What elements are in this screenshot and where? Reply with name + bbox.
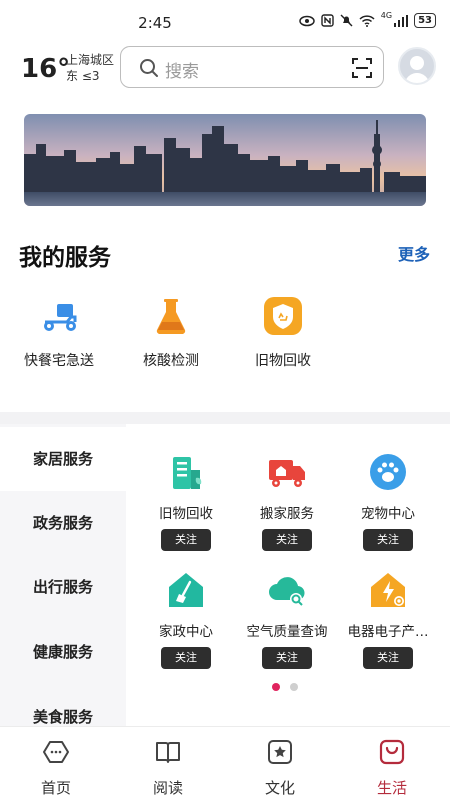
weather-wind: 东 ≤3 (66, 69, 100, 83)
skyline-image (24, 114, 426, 206)
bag-icon (379, 739, 405, 765)
top-header: 16° 上海城区 东 ≤3 搜索 (0, 40, 450, 100)
service-label: 旧物回收 (255, 353, 311, 369)
building-leaf-icon (173, 457, 202, 489)
grid-item[interactable]: 搬家服务 关注 (233, 452, 341, 551)
follow-button[interactable]: 关注 (262, 647, 312, 669)
status-icons: 4G 53 (299, 11, 436, 28)
mute-bell-icon (340, 14, 353, 27)
service-label: 核酸检测 (143, 353, 199, 369)
weather-location[interactable]: 上海城区 东 ≤3 (66, 52, 114, 84)
moving-truck-icon (269, 460, 305, 487)
search-placeholder: 搜索 (165, 62, 199, 82)
my-services-title: 我的服务 (19, 245, 111, 271)
network-type: 4G (380, 11, 393, 20)
service-item[interactable]: 核酸检测 (116, 296, 226, 370)
grid-item[interactable]: 宠物中心 关注 (334, 452, 442, 551)
grid-label: 搬家服务 (260, 506, 314, 522)
wifi-icon (359, 14, 375, 27)
user-icon (404, 56, 430, 83)
tab-label: 阅读 (152, 779, 183, 797)
more-link[interactable]: 更多 (398, 241, 430, 265)
signal-icon (394, 14, 409, 27)
house-broom-icon (169, 573, 203, 607)
category-item-travel[interactable]: 出行服务 (0, 555, 126, 619)
paw-icon (370, 454, 406, 490)
section-divider (0, 412, 450, 424)
search-icon (140, 59, 158, 77)
status-time: 2:45 (138, 14, 172, 32)
bottom-tab-bar: 首页 阅读 文化 生活 (0, 726, 450, 800)
scooter-icon (44, 304, 77, 331)
search-bar[interactable]: 搜索 (120, 46, 384, 88)
tab-label: 首页 (40, 779, 71, 797)
follow-button[interactable]: 关注 (161, 529, 211, 551)
avatar[interactable] (398, 47, 436, 85)
page-indicator (272, 683, 298, 691)
status-bar: 2:45 4G 53 (0, 0, 450, 40)
grid-label: 电器电子产… (347, 624, 429, 640)
page-dot[interactable] (290, 683, 298, 691)
grid-label: 空气质量查询 (246, 624, 328, 640)
category-item-government[interactable]: 政务服务 (0, 491, 126, 555)
follow-button[interactable]: 关注 (161, 647, 211, 669)
grid-item[interactable]: 家政中心 关注 (132, 570, 240, 669)
page-dot-active[interactable] (272, 683, 280, 691)
follow-button[interactable]: 关注 (363, 529, 413, 551)
city-skyline-banner[interactable] (24, 114, 426, 206)
follow-button[interactable]: 关注 (262, 529, 312, 551)
grid-label: 家政中心 (159, 624, 213, 640)
star-frame-icon (268, 740, 292, 764)
nfc-icon (321, 14, 334, 27)
eye-icon (299, 15, 315, 26)
service-item[interactable]: 旧物回收 (228, 296, 338, 370)
grid-item[interactable]: 电器电子产… 关注 (334, 570, 442, 669)
flask-icon (156, 299, 186, 335)
grid-item[interactable]: 空气质量查询 关注 (233, 570, 341, 669)
house-bolt-icon (371, 573, 405, 607)
grid-item[interactable]: 旧物回收 关注 (132, 452, 240, 551)
home-icon (43, 741, 69, 763)
tab-label: 文化 (264, 779, 295, 797)
recycle-badge-icon (264, 297, 302, 335)
tab-home[interactable]: 首页 (26, 739, 86, 798)
scan-icon[interactable] (351, 57, 373, 79)
weather-temperature[interactable]: 16° (21, 54, 70, 84)
service-item[interactable]: 快餐宅急送 (4, 296, 114, 370)
grid-label: 宠物中心 (361, 506, 415, 522)
service-grid: 旧物回收 关注 搬家服务 关注 宠物中心 关注 家政中心 关注 空气质量查询 关… (126, 424, 450, 726)
grid-label: 旧物回收 (159, 506, 213, 522)
category-item-health[interactable]: 健康服务 (0, 620, 126, 684)
tab-label: 生活 (376, 779, 407, 797)
category-sidebar: 家居服务 政务服务 出行服务 健康服务 美食服务 (0, 424, 126, 726)
service-label: 快餐宅急送 (24, 353, 94, 369)
tab-read[interactable]: 阅读 (138, 739, 198, 798)
tab-culture[interactable]: 文化 (250, 739, 310, 798)
book-icon (156, 742, 180, 763)
weather-city: 上海城区 (66, 53, 115, 67)
tab-life[interactable]: 生活 (362, 739, 422, 798)
cloud-search-icon (269, 577, 305, 606)
follow-button[interactable]: 关注 (363, 647, 413, 669)
battery-indicator: 53 (414, 13, 436, 28)
category-item-home[interactable]: 家居服务 (0, 427, 126, 491)
